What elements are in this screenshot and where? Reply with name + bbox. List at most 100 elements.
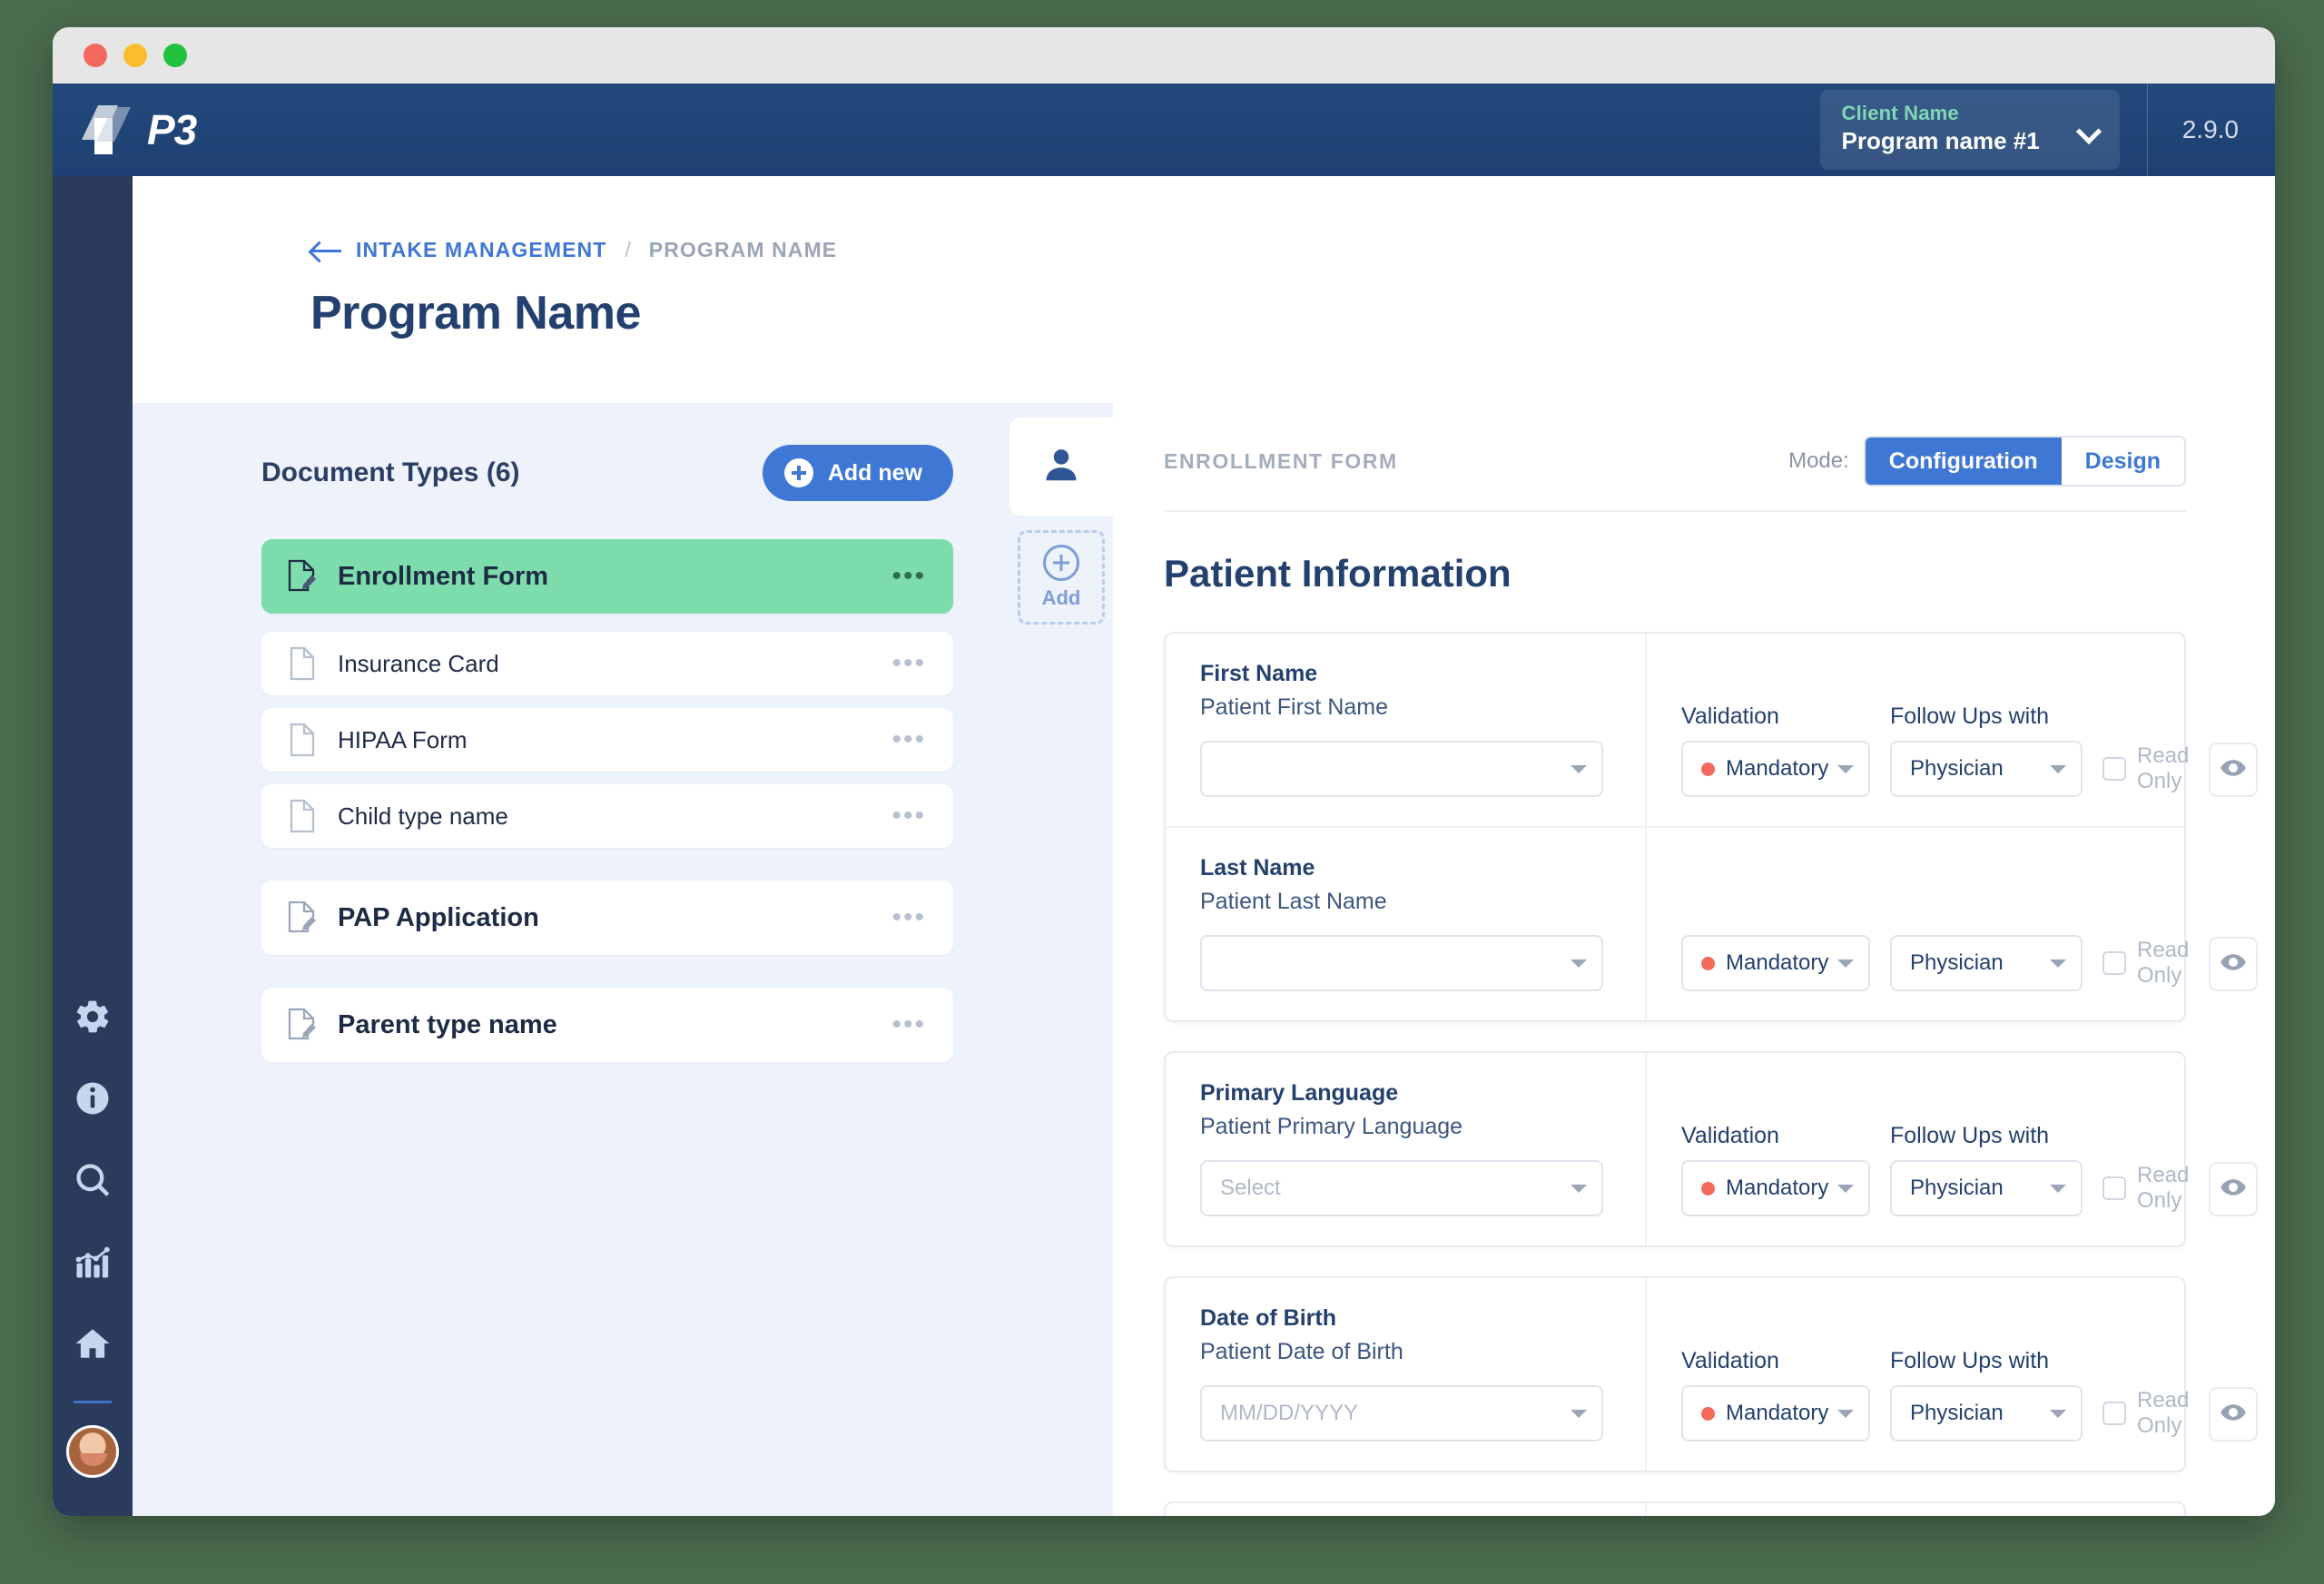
add-section-button[interactable]: Add — [1018, 530, 1105, 625]
nav-info-button[interactable] — [53, 1059, 133, 1141]
document-type-overflow-button[interactable]: ••• — [891, 726, 926, 753]
mode-option-design[interactable]: Design — [2061, 438, 2184, 485]
field-row-right: Validation Mandatory Follow Ups with — [1647, 1278, 2275, 1471]
field-title: First Name — [1200, 661, 1318, 686]
document-type-item-child-type-name[interactable]: Child type name ••• — [261, 784, 953, 848]
followups-value: Physician — [1910, 1176, 2004, 1200]
document-type-item-parent-type-name[interactable]: Parent type name ••• — [261, 988, 953, 1062]
nav-analytics-button[interactable] — [53, 1223, 133, 1304]
field-row-left: First Name Patient First Name — [1166, 634, 1647, 826]
mandatory-dot-icon — [1701, 762, 1715, 776]
document-type-overflow-button[interactable]: ••• — [891, 904, 926, 931]
document-type-item-hipaa-form[interactable]: HIPAA Form ••• — [261, 708, 953, 772]
document-type-item-enrollment-form[interactable]: Enrollment Form ••• — [261, 539, 953, 614]
section-title: Patient Information — [1164, 552, 1512, 595]
validation-select[interactable]: Mandatory — [1681, 741, 1870, 797]
field-row-left: Date of Birth Patient Date of Birth MM/D… — [1166, 1278, 1647, 1471]
document-type-item-insurance-card[interactable]: Insurance Card ••• — [261, 632, 953, 695]
nav-search-button[interactable] — [53, 1141, 133, 1223]
mode-option-configuration[interactable]: Configuration — [1865, 438, 2062, 485]
add-new-label: Add new — [827, 459, 922, 486]
window-titlebar — [53, 27, 2275, 84]
document-type-label: Parent type name — [338, 1009, 557, 1039]
document-icon — [287, 799, 318, 833]
preview-visibility-button[interactable] — [2209, 1387, 2259, 1441]
read-only-label: Read Only — [2137, 1163, 2190, 1213]
form-section-tabstrip: Add — [1009, 403, 1113, 1516]
add-new-button[interactable]: Add new — [762, 445, 953, 501]
followups-select[interactable]: Physician — [1890, 741, 2083, 797]
followups-select[interactable]: Physician — [1890, 935, 2083, 991]
document-type-overflow-button[interactable]: ••• — [891, 563, 926, 590]
form-configuration-panel: ENROLLMENT FORM Mode: Configuration Desi… — [1113, 403, 2275, 1516]
chevron-down-icon — [2050, 959, 2066, 968]
field-value-select[interactable] — [1200, 935, 1603, 991]
breadcrumb: INTAKE MANAGEMENT / PROGRAM NAME — [310, 238, 2275, 262]
validation-column-header: Validation — [1681, 1123, 1779, 1148]
avatar[interactable] — [66, 1425, 119, 1478]
chevron-down-icon — [1837, 1184, 1854, 1193]
validation-select[interactable]: Mandatory — [1681, 935, 1870, 991]
validation-select[interactable]: Mandatory — [1681, 1385, 1870, 1441]
preview-visibility-button[interactable] — [2209, 743, 2259, 797]
close-window-button[interactable] — [84, 44, 107, 67]
field-subtitle: Patient First Name — [1200, 694, 1389, 720]
validation-value: Mandatory — [1726, 756, 1829, 781]
field-title: Primary Language — [1200, 1080, 1399, 1106]
field-value-placeholder: MM/DD/YYYY — [1220, 1401, 1359, 1425]
document-type-overflow-button[interactable]: ••• — [891, 802, 926, 830]
followups-column-header: Follow Ups with — [1890, 1123, 2050, 1148]
form-toolbar: ENROLLMENT FORM Mode: Configuration Desi… — [1164, 436, 2186, 512]
document-type-label: Child type name — [338, 802, 508, 830]
validation-control: Validation Mandatory — [1681, 1348, 1870, 1441]
read-only-checkbox[interactable]: Read Only — [2102, 1385, 2189, 1441]
breadcrumb-parent-link[interactable]: INTAKE MANAGEMENT — [356, 238, 606, 262]
document-type-item-pap-application[interactable]: PAP Application ••• — [261, 881, 953, 955]
nav-settings-button[interactable] — [53, 978, 133, 1059]
browser-window: P3 Client Name Program name #1 2.9.0 INT… — [53, 27, 2275, 1516]
field-value-select[interactable] — [1200, 741, 1603, 797]
read-only-checkbox[interactable]: Read Only — [2102, 741, 2189, 797]
document-type-overflow-button[interactable]: ••• — [891, 1011, 926, 1038]
field-row-primary-language: Primary Language Patient Primary Languag… — [1166, 1053, 2259, 1245]
minimize-window-button[interactable] — [123, 44, 147, 67]
breadcrumb-current: PROGRAM NAME — [648, 238, 838, 261]
maximize-window-button[interactable] — [163, 44, 187, 67]
read-only-checkbox[interactable]: Read Only — [2102, 1160, 2189, 1216]
page-title: Program Name — [310, 287, 641, 339]
validation-control: Validation Mandatory — [1681, 703, 1870, 797]
info-icon — [74, 1079, 112, 1122]
field-subtitle: Patient Primary Language — [1200, 1114, 1463, 1139]
followups-select[interactable]: Physician — [1890, 1385, 2083, 1441]
app-logo-text: P3 — [147, 106, 197, 153]
back-arrow-icon[interactable] — [310, 241, 343, 261]
validation-select[interactable]: Mandatory — [1681, 1160, 1870, 1216]
document-types-heading: Document Types (6) — [261, 457, 520, 487]
followups-value: Physician — [1910, 950, 2004, 975]
field-row-right: Validation Mandatory Follow Ups with — [1647, 1503, 2275, 1516]
tab-patient-information[interactable] — [1009, 418, 1113, 516]
chevron-down-icon — [1571, 1409, 1587, 1418]
chevron-down-icon — [1837, 1409, 1854, 1418]
field-value-select[interactable]: MM/DD/YYYY — [1200, 1385, 1603, 1441]
field-card-name: First Name Patient First Name Validation — [1164, 632, 2259, 1022]
field-value-select[interactable]: Select — [1200, 1160, 1603, 1216]
mandatory-dot-icon — [1701, 1406, 1715, 1421]
app-version-label: 2.9.0 — [2181, 115, 2239, 143]
document-type-label: Insurance Card — [338, 649, 499, 677]
client-name-label: Client Name — [1841, 102, 1959, 125]
nav-home-button[interactable] — [53, 1304, 133, 1386]
validation-control: Validation Mandatory — [1681, 1123, 1870, 1216]
field-subtitle: Patient Last Name — [1200, 889, 1387, 914]
preview-visibility-button[interactable] — [2209, 1162, 2259, 1216]
app-logo[interactable]: P3 — [78, 103, 197, 156]
document-type-overflow-button[interactable]: ••• — [891, 650, 926, 677]
read-only-checkbox[interactable]: Read Only — [2102, 935, 2189, 991]
client-program-selector[interactable]: Client Name Program name #1 — [1819, 90, 2120, 170]
followups-select[interactable]: Physician — [1890, 1160, 2083, 1216]
validation-column-header: Validation — [1681, 1348, 1779, 1373]
app-viewport: P3 Client Name Program name #1 2.9.0 INT… — [53, 84, 2275, 1516]
preview-visibility-button[interactable] — [2209, 937, 2259, 991]
document-types-header: Document Types (6) Add new — [261, 445, 953, 501]
followups-control: Follow Ups with Physician — [1890, 703, 2083, 797]
